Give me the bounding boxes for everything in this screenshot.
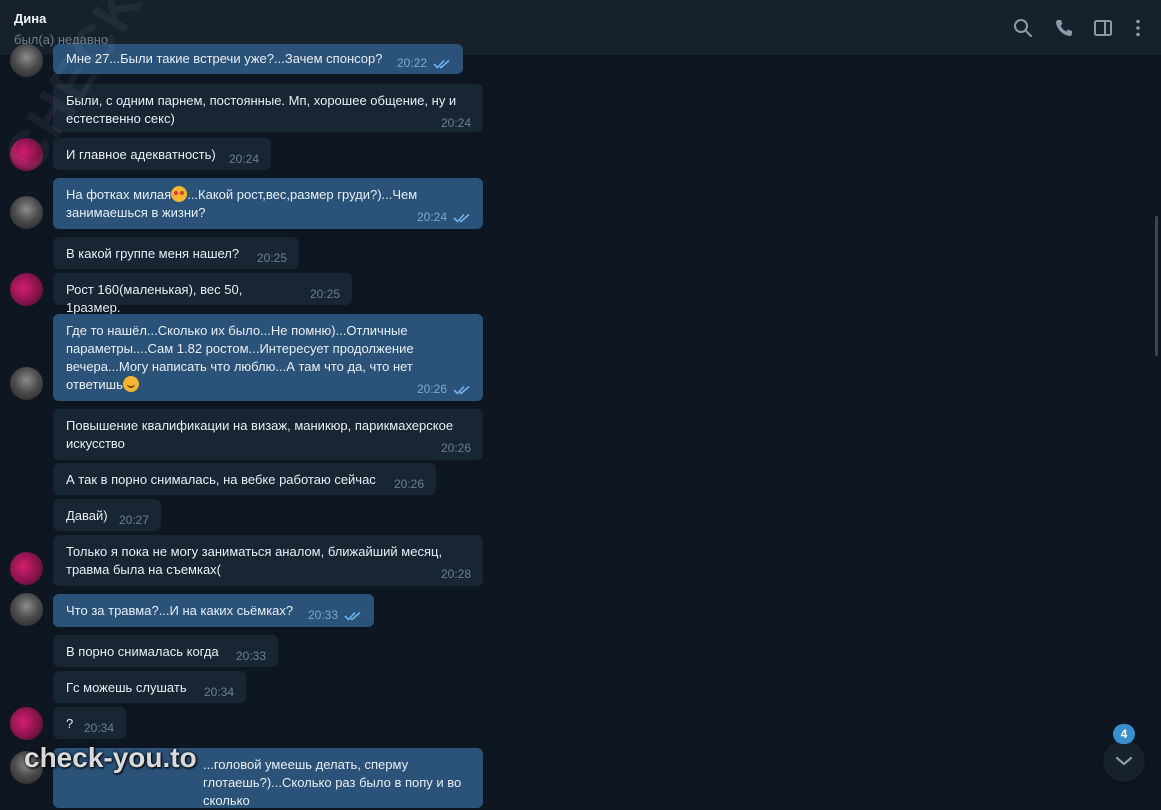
message-text: Рост 160(маленькая), вес 50, 1размер. (66, 282, 243, 315)
chevron-down-icon (1115, 756, 1133, 766)
message-time: 20:24 (228, 152, 259, 166)
avatar[interactable] (10, 593, 43, 626)
scroll-to-bottom-button[interactable] (1103, 740, 1145, 782)
message-time: 20:24 (440, 116, 471, 130)
message-text: На фотках милая (66, 187, 172, 202)
message-text: Повышение квалификации на визаж, маникюр… (66, 418, 454, 451)
message-incoming[interactable]: Были, с одним парнем, постоянные. Мп, хо… (53, 84, 483, 132)
message-time: 20:28 (440, 567, 471, 581)
more-icon[interactable] (1126, 16, 1150, 40)
unread-count-badge: 4 (1113, 724, 1135, 744)
message-time: 20:33 (235, 649, 266, 663)
message-time: 20:26 (393, 477, 424, 491)
avatar[interactable] (10, 552, 43, 585)
message-incoming[interactable]: 20:24 И главное адекватность) (53, 138, 271, 170)
message-outgoing[interactable]: ...головой умеешь делать, сперму глотаеш… (53, 748, 483, 808)
message-time: 20:27 (118, 513, 149, 527)
message-text: А так в порно снималась, на вебке работа… (66, 472, 376, 487)
message-time: 20:26 (416, 382, 447, 396)
message-list[interactable]: 20:22 Мне 27...Были такие встречи уже?..… (0, 44, 1150, 808)
message-time: 20:25 (256, 251, 287, 265)
read-tick-icon (433, 59, 450, 69)
message-outgoing[interactable]: Где то нашёл...Сколько их было...Не помн… (53, 314, 483, 401)
message-text: Что за травма?...И на каких сьёмках? (66, 603, 294, 618)
message-incoming[interactable]: Повышение квалификации на визаж, маникюр… (53, 409, 483, 460)
avatar[interactable] (10, 196, 43, 229)
smile-emoji-icon (122, 376, 139, 392)
message-text: Только я пока не могу заниматься аналом,… (66, 544, 443, 577)
message-time: 20:25 (309, 287, 340, 301)
message-time: 20:33 (307, 608, 338, 622)
scrollbar[interactable] (1152, 56, 1161, 796)
message-time: 20:34 (83, 721, 114, 735)
avatar[interactable] (10, 751, 43, 784)
message-incoming[interactable]: 20:33 В порно снималась когда (53, 635, 278, 667)
avatar[interactable] (10, 138, 43, 171)
read-tick-icon (344, 611, 361, 621)
message-incoming[interactable]: 20:25 Рост 160(маленькая), вес 50, 1разм… (53, 273, 352, 315)
heart-eyes-emoji-icon (171, 186, 188, 202)
avatar[interactable] (10, 367, 43, 400)
contact-name[interactable]: Дина (14, 11, 46, 26)
message-text: В порно снималась когда (66, 644, 219, 659)
message-outgoing[interactable]: На фотках милая ...Какой рост,вес,размер … (53, 178, 483, 229)
message-outgoing[interactable]: 20:22 Мне 27...Были такие встречи уже?..… (53, 44, 463, 74)
sidebar-icon[interactable] (1091, 16, 1115, 40)
message-incoming[interactable]: 20:25 В какой группе меня нашел? (53, 237, 299, 269)
message-time: 20:34 (203, 685, 234, 699)
search-icon[interactable] (1011, 16, 1035, 40)
avatar[interactable] (10, 707, 43, 740)
message-text: Где то нашёл...Сколько их было...Не помн… (66, 323, 414, 392)
message-incoming[interactable]: 20:27 Давай) (53, 499, 161, 531)
message-text: Были, с одним парнем, постоянные. Мп, хо… (66, 93, 457, 126)
message-text: ? (66, 716, 74, 731)
avatar[interactable] (10, 273, 43, 306)
read-tick-icon (453, 385, 470, 395)
message-text: Давай) (66, 508, 108, 523)
scrollbar-thumb[interactable] (1155, 216, 1158, 356)
message-time: 20:22 (396, 56, 427, 70)
message-incoming[interactable]: 20:34 Гс можешь слушать (53, 671, 246, 703)
message-text: Мне 27...Были такие встречи уже?...Зачем… (66, 51, 383, 66)
read-tick-icon (453, 213, 470, 223)
phone-icon[interactable] (1052, 16, 1076, 40)
message-time: 20:26 (440, 441, 471, 455)
message-time: 20:24 (416, 210, 447, 224)
message-outgoing[interactable]: 20:33 Что за травма?...И на каких сьёмка… (53, 594, 374, 627)
message-incoming[interactable]: 20:26 А так в порно снималась, на вебке … (53, 463, 436, 495)
message-text: В какой группе меня нашел? (66, 246, 240, 261)
message-text: ...головой умеешь делать, сперму глотаеш… (203, 757, 462, 808)
avatar[interactable] (10, 44, 43, 77)
message-text: И главное адекватность) (66, 147, 216, 162)
message-text: Гс можешь слушать (66, 680, 187, 695)
message-incoming[interactable]: Только я пока не могу заниматься аналом,… (53, 535, 483, 586)
message-incoming[interactable]: 20:34 ? (53, 707, 126, 739)
